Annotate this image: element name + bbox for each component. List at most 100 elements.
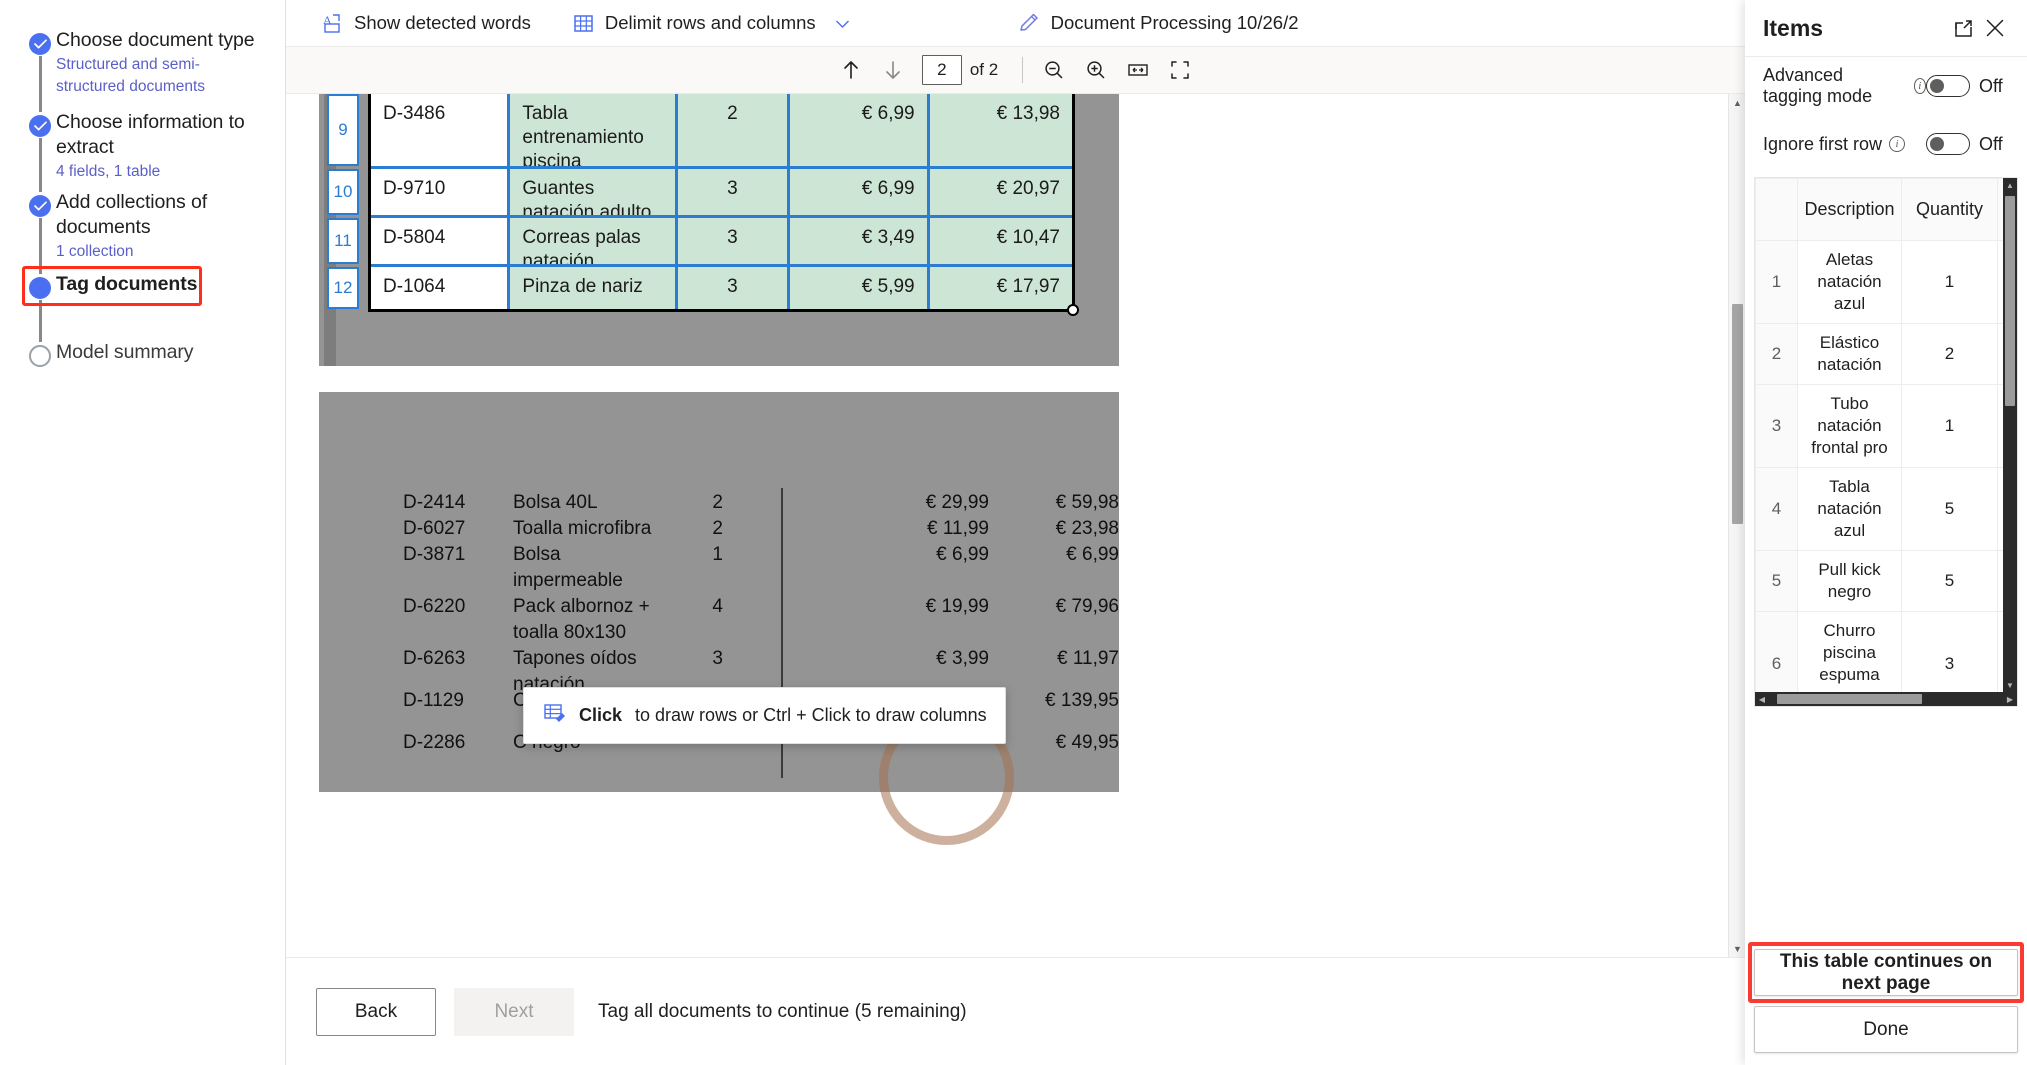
step-complete-icon — [29, 33, 51, 55]
items-grid-horizontal-scrollbar[interactable]: ◀ ▶ — [1755, 692, 2017, 706]
sidebar-step-title: Tag documents — [56, 272, 267, 297]
cell-description[interactable]: Tabla natación azul — [1798, 468, 1902, 551]
cell-sku: D-1064 — [371, 267, 507, 309]
tagged-table-row[interactable]: 9 D-3486 Tabla entrenamiento piscina 2 €… — [371, 94, 1072, 166]
sidebar-step-subtitle: 1 collection — [56, 241, 267, 263]
cell-quantity[interactable]: 5 — [1902, 468, 1998, 551]
zoom-out-button[interactable] — [1033, 53, 1075, 87]
doc-cell-amount: € 59,98 — [1009, 490, 1119, 516]
column-header-index[interactable] — [1756, 179, 1798, 241]
sidebar-step-title: Model summary — [56, 340, 267, 365]
show-detected-words-label: Show detected words — [354, 12, 531, 34]
back-button[interactable]: Back — [316, 988, 436, 1036]
doc-cell-description: Pack albornoz + toalla 80x130 — [513, 594, 673, 646]
table-continues-next-page-button[interactable]: This table continues on next page — [1754, 949, 2018, 996]
row-number: 9 — [327, 94, 359, 166]
table-row[interactable]: 4 Tabla natación azul 5 € 6,9 — [1756, 468, 2004, 551]
footer-status-message: Tag all documents to continue (5 remaini… — [598, 1001, 967, 1023]
next-page-button[interactable] — [872, 53, 914, 87]
cell-amount: € 20,97 — [927, 169, 1072, 215]
table-row[interactable]: 6 Churro piscina espuma negro 3 € 2,9 — [1756, 612, 2004, 693]
table-row[interactable]: 1 Aletas natación azul 1 € 16, — [1756, 241, 2004, 324]
items-grid-vertical-thumb[interactable] — [2005, 196, 2015, 406]
document-canvas[interactable]: 9 D-3486 Tabla entrenamiento piscina 2 €… — [286, 94, 1745, 957]
grid-scroll-up-arrow-icon[interactable]: ▲ — [2003, 178, 2017, 192]
popout-button[interactable] — [1947, 12, 1979, 44]
doc-cell-sku: D-2414 — [403, 490, 523, 516]
doc-cell-rate: € 6,99 — [879, 542, 989, 568]
cell-sku: D-3486 — [371, 94, 507, 166]
cell-quantity[interactable]: 1 — [1902, 385, 1998, 468]
cell-quantity: 2 — [675, 94, 788, 166]
table-row[interactable]: 5 Pull kick negro 5 € 12, — [1756, 551, 2004, 612]
canvas-scroll-thumb[interactable] — [1732, 304, 1743, 524]
delimit-rows-and-columns-button[interactable]: Delimit rows and columns — [559, 0, 864, 47]
doc-cell-sku: D-6263 — [403, 646, 523, 672]
grid-scroll-down-arrow-icon[interactable]: ▼ — [2003, 678, 2017, 692]
canvas-scrollbar[interactable]: ▲ ▼ — [1728, 94, 1745, 957]
cell-quantity[interactable]: 2 — [1902, 324, 1998, 385]
advanced-tagging-mode-toggle[interactable] — [1926, 75, 1970, 97]
step-complete-icon — [29, 195, 51, 217]
fit-to-width-button[interactable] — [1117, 53, 1159, 87]
doc-cell-quantity: 2 — [693, 490, 723, 516]
sidebar-step-tag-documents[interactable]: Tag documents — [16, 272, 267, 338]
row-number: 10 — [327, 169, 359, 215]
items-grid-vertical-scrollbar[interactable]: ▲ ▼ — [2003, 178, 2017, 692]
column-header-quantity[interactable]: Quantity — [1902, 179, 1998, 241]
cell-description[interactable]: Tubo natación frontal pro — [1798, 385, 1902, 468]
sidebar-step-choose-information-to-extract[interactable]: Choose information to extract 4 fields, … — [16, 110, 267, 188]
cell-index: 2 — [1756, 324, 1798, 385]
cell-quantity[interactable]: 1 — [1902, 241, 1998, 324]
items-grid-horizontal-thumb[interactable] — [1777, 694, 1922, 704]
fit-to-page-button[interactable] — [1159, 53, 1201, 87]
grid-scroll-right-arrow-icon[interactable]: ▶ — [2003, 692, 2017, 706]
table-resize-handle[interactable] — [1067, 304, 1079, 316]
done-button[interactable]: Done — [1754, 1006, 2018, 1053]
document-page-1: 9 D-3486 Tabla entrenamiento piscina 2 €… — [319, 94, 1119, 366]
page-number-input[interactable] — [922, 55, 962, 85]
close-button[interactable] — [1979, 12, 2011, 44]
table-row[interactable]: 2 Elástico natación 2 € 0,9 — [1756, 324, 2004, 385]
cell-rate: € 6,99 — [787, 169, 926, 215]
ignore-first-row-toggle[interactable] — [1926, 133, 1970, 155]
info-icon[interactable]: i — [1889, 136, 1905, 152]
cell-description[interactable]: Aletas natación azul — [1798, 241, 1902, 324]
tagged-table-row[interactable]: 12 D-1064 Pinza de nariz 3 € 5,99 € 17,9… — [371, 264, 1072, 309]
cell-description[interactable]: Elástico natación — [1798, 324, 1902, 385]
command-bar: A Show detected words — [286, 0, 1745, 47]
next-button: Next — [454, 988, 574, 1036]
cell-description[interactable]: Churro piscina espuma negro — [1798, 612, 1902, 693]
doc-cell-amount: € 79,96 — [1009, 594, 1119, 620]
grid-scroll-left-arrow-icon[interactable]: ◀ — [1755, 692, 1769, 706]
items-panel: Items Advanced tagging mode i Off — [1745, 0, 2027, 1065]
cell-quantity: 3 — [675, 169, 788, 215]
cell-quantity[interactable]: 3 — [1902, 612, 1998, 693]
scroll-down-arrow-icon[interactable]: ▼ — [1729, 940, 1746, 957]
sidebar-step-subtitle: 4 fields, 1 table — [56, 161, 267, 183]
sidebar-step-choose-document-type[interactable]: Choose document type Structured and semi… — [16, 28, 267, 108]
column-header-description[interactable]: Description — [1798, 179, 1902, 241]
sidebar-step-model-summary[interactable]: Model summary — [16, 340, 267, 380]
zoom-in-button[interactable] — [1075, 53, 1117, 87]
toolbar-separator — [1022, 57, 1023, 83]
cell-quantity: 3 — [675, 267, 788, 309]
items-panel-footer: This table continues on next page Done — [1745, 949, 2027, 1053]
previous-page-button[interactable] — [830, 53, 872, 87]
doc-cell-sku: D-6220 — [403, 594, 523, 620]
table-row[interactable]: 3 Tubo natación frontal pro 1 € 29, — [1756, 385, 2004, 468]
scroll-up-arrow-icon[interactable]: ▲ — [1729, 94, 1746, 111]
tagged-table-row[interactable]: 10 D-9710 Guantes natación adulto 3 € 6,… — [371, 166, 1072, 215]
rename-document-button[interactable]: Document Processing 10/26/2 — [1004, 0, 1313, 47]
items-grid[interactable]: Description Quantity Rate Amount 1 Aleta… — [1754, 177, 2018, 707]
cell-quantity[interactable]: 5 — [1902, 551, 1998, 612]
cell-description[interactable]: Pull kick negro — [1798, 551, 1902, 612]
ignore-first-row-row: Ignore first row i Off — [1745, 115, 2027, 173]
advanced-tagging-mode-label: Advanced tagging mode — [1763, 65, 1907, 107]
main-region: A Show detected words — [285, 0, 1745, 1065]
sidebar-step-add-collections-of-documents[interactable]: Add collections of documents 1 collectio… — [16, 190, 267, 270]
show-detected-words-button[interactable]: A Show detected words — [308, 0, 545, 47]
tagged-table-row[interactable]: 11 D-5804 Correas palas natación 3 € 3,4… — [371, 215, 1072, 264]
tagged-table-overlay[interactable]: 9 D-3486 Tabla entrenamiento piscina 2 €… — [368, 94, 1075, 312]
info-icon[interactable]: i — [1914, 78, 1926, 94]
